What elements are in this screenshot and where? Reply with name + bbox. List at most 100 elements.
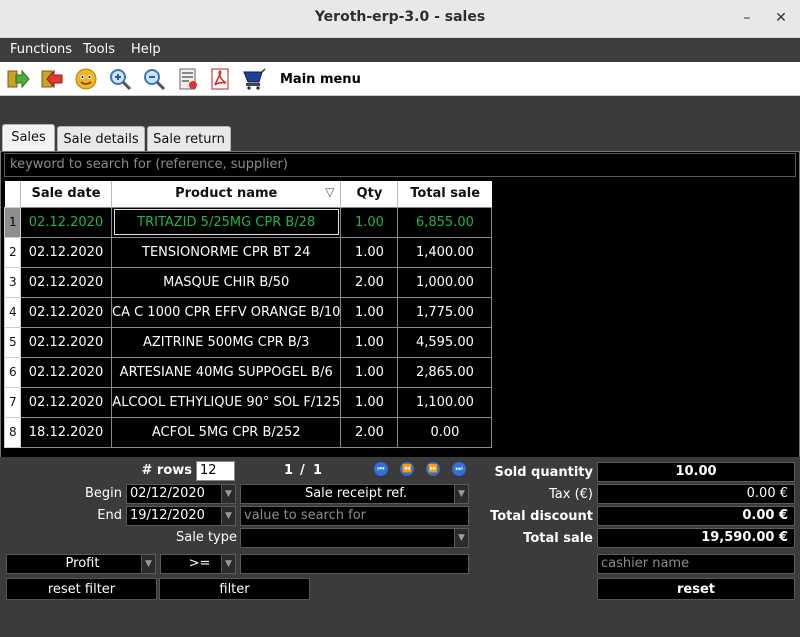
first-page-icon[interactable]: ⏮ (374, 462, 388, 476)
begin-label: Begin (84, 486, 122, 501)
end-date-input[interactable]: 19/12/2020 ▼ (126, 506, 236, 526)
previous-page-icon[interactable]: ⏪ (400, 462, 414, 476)
sale-date-cell[interactable]: 02.12.2020 (20, 386, 112, 418)
column-header-total-sale[interactable]: Total sale (397, 181, 492, 207)
menu-help[interactable]: Help (131, 42, 161, 57)
total-sale-cell[interactable]: 1,775.00 (397, 296, 493, 328)
receipt-ref-combo[interactable]: Sale receipt ref. ▼ (240, 484, 469, 504)
product-name-cell[interactable]: MASQUE CHIR B/50 (110, 266, 342, 298)
total-sale-cell[interactable]: 1,100.00 (397, 386, 493, 418)
column-header-sale-date[interactable]: Sale date (20, 181, 112, 207)
row-number[interactable]: 3 (4, 266, 21, 298)
total-sale-cell[interactable]: 4,595.00 (397, 326, 493, 358)
total-sale-cell[interactable]: 2,865.00 (397, 356, 493, 388)
begin-date-value: 02/12/2020 (130, 486, 205, 501)
search-value-input[interactable]: value to search for (240, 506, 469, 526)
menu-tools[interactable]: Tools (83, 42, 115, 57)
row-number[interactable]: 1 (4, 206, 21, 238)
sale-date-cell[interactable]: 18.12.2020 (20, 416, 112, 448)
table-row[interactable]: 4 02.12.2020 CA C 1000 CPR EFFV ORANGE B… (4, 296, 493, 328)
close-button[interactable]: ✕ (771, 8, 791, 28)
menu-functions[interactable]: Functions (10, 42, 72, 57)
cashier-icon[interactable] (242, 67, 266, 91)
table-row[interactable]: 3 02.12.2020 MASQUE CHIR B/50 2.00 1,000… (4, 266, 493, 298)
calendar-dropdown-icon[interactable]: ▼ (221, 507, 235, 525)
zoom-in-icon[interactable] (108, 67, 132, 91)
column-header-product-name[interactable]: Product name ▽ (111, 181, 342, 207)
corner-cell[interactable] (4, 181, 21, 207)
row-number[interactable]: 8 (4, 416, 21, 448)
exit-icon[interactable] (6, 67, 30, 91)
sale-date-cell[interactable]: 02.12.2020 (20, 266, 112, 298)
row-number[interactable]: 4 (4, 296, 21, 328)
qty-cell[interactable]: 2.00 (340, 266, 399, 298)
product-name-cell[interactable]: TRITAZID 5/25MG CPR B/28 (110, 206, 342, 238)
rows-input[interactable]: 12 (196, 461, 235, 481)
total-sale-cell[interactable]: 1,400.00 (397, 236, 493, 268)
sale-type-combo[interactable]: ▼ (240, 528, 469, 548)
row-number[interactable]: 7 (4, 386, 21, 418)
row-number[interactable]: 2 (4, 236, 21, 268)
tab-sale-return[interactable]: Sale return (147, 126, 231, 152)
menu-bar: Functions Tools Help (0, 38, 800, 62)
tax-value: 0.00 € (597, 484, 795, 504)
qty-cell[interactable]: 1.00 (340, 206, 399, 238)
table-row[interactable]: 7 02.12.2020 ALCOOL ETHYLIQUE 90° SOL F/… (4, 386, 493, 418)
tab-sales[interactable]: Sales (2, 124, 55, 152)
back-icon[interactable] (40, 67, 64, 91)
next-page-icon[interactable]: ⏩ (426, 462, 440, 476)
qty-cell[interactable]: 1.00 (340, 326, 399, 358)
product-name-cell[interactable]: CA C 1000 CPR EFFV ORANGE B/10 (110, 296, 342, 328)
last-page-icon[interactable]: ⏭ (452, 462, 466, 476)
table-row[interactable]: 6 02.12.2020 ARTESIANE 40MG SUPPOGEL B/6… (4, 356, 493, 388)
sort-descending-icon: ▽ (325, 185, 335, 199)
tab-sale-details[interactable]: Sale details (57, 126, 145, 152)
sale-date-cell[interactable]: 02.12.2020 (20, 296, 112, 328)
minimize-button[interactable]: – (737, 8, 757, 28)
qty-cell[interactable]: 1.00 (340, 236, 399, 268)
qty-cell[interactable]: 1.00 (340, 296, 399, 328)
tax-label: Tax (€) (549, 487, 593, 502)
title-bar: Yeroth-erp-3.0 - sales – ✕ (0, 0, 800, 38)
smiley-icon[interactable] (74, 67, 98, 91)
product-name-cell[interactable]: ALCOOL ETHYLIQUE 90° SOL F/125 (110, 386, 342, 418)
operator-combo[interactable]: >= ▼ (160, 554, 236, 574)
sale-type-label: Sale type (175, 530, 237, 545)
main-menu-label[interactable]: Main menu (280, 72, 361, 87)
table-row[interactable]: 5 02.12.2020 AZITRINE 500MG CPR B/3 1.00… (4, 326, 493, 358)
cashier-name-input[interactable]: cashier name (597, 554, 795, 574)
search-input[interactable]: keyword to search for (reference, suppli… (4, 153, 796, 177)
status-bar (0, 610, 800, 637)
product-name-cell[interactable]: ARTESIANE 40MG SUPPOGEL B/6 (110, 356, 342, 388)
total-sale-cell[interactable]: 1,000.00 (397, 266, 493, 298)
table-row[interactable]: 8 18.12.2020 ACFOL 5MG CPR B/252 2.00 0.… (4, 416, 493, 448)
report-icon[interactable] (176, 67, 200, 91)
reset-filter-button[interactable]: reset filter (6, 578, 157, 600)
reset-button[interactable]: reset (597, 578, 795, 600)
begin-date-input[interactable]: 02/12/2020 ▼ (126, 484, 236, 504)
row-number[interactable]: 6 (4, 356, 21, 388)
column-header-qty[interactable]: Qty (340, 181, 399, 207)
qty-cell[interactable]: 1.00 (340, 356, 399, 388)
total-sale-cell[interactable]: 0.00 (397, 416, 493, 448)
filter-value-input[interactable] (240, 554, 469, 574)
product-name-cell[interactable]: AZITRINE 500MG CPR B/3 (110, 326, 342, 358)
qty-cell[interactable]: 2.00 (340, 416, 399, 448)
product-name-cell[interactable]: ACFOL 5MG CPR B/252 (110, 416, 342, 448)
sale-date-cell[interactable]: 02.12.2020 (20, 206, 112, 238)
total-discount-value: 0.00 € (597, 506, 795, 526)
table-row[interactable]: 2 02.12.2020 TENSIONORME CPR BT 24 1.00 … (4, 236, 493, 268)
total-sale-cell[interactable]: 6,855.00 (397, 206, 493, 238)
sale-date-cell[interactable]: 02.12.2020 (20, 356, 112, 388)
row-number[interactable]: 5 (4, 326, 21, 358)
sale-date-cell[interactable]: 02.12.2020 (20, 236, 112, 268)
calendar-dropdown-icon[interactable]: ▼ (221, 485, 235, 503)
pdf-icon[interactable] (208, 67, 232, 91)
filter-button[interactable]: filter (159, 578, 310, 600)
profit-combo[interactable]: Profit ▼ (6, 554, 156, 574)
table-row[interactable]: 1 02.12.2020 TRITAZID 5/25MG CPR B/28 1.… (4, 206, 493, 238)
product-name-cell[interactable]: TENSIONORME CPR BT 24 (110, 236, 342, 268)
sale-date-cell[interactable]: 02.12.2020 (20, 326, 112, 358)
qty-cell[interactable]: 1.00 (340, 386, 399, 418)
zoom-out-icon[interactable] (142, 67, 166, 91)
